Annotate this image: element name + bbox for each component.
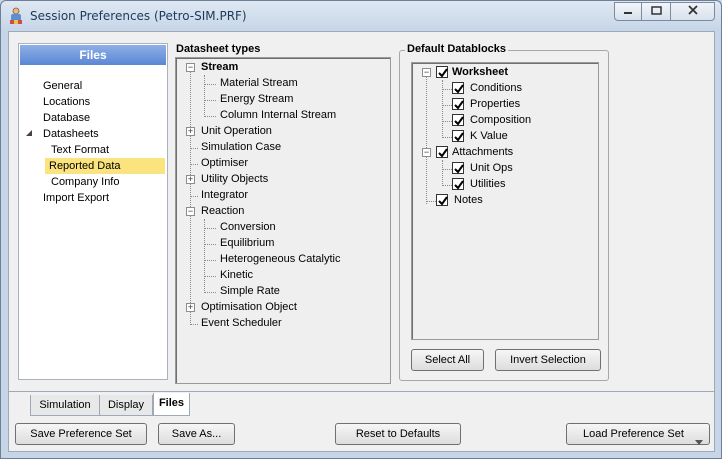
tree-item-simple-rate[interactable]: Simple Rate bbox=[220, 283, 280, 299]
tab-display[interactable]: Display bbox=[99, 395, 153, 416]
nav-item-company-info[interactable]: Company Info bbox=[47, 174, 123, 190]
maximize-button[interactable] bbox=[641, 2, 671, 21]
invert-selection-button[interactable]: Invert Selection bbox=[495, 349, 601, 371]
tree-item-kinetic[interactable]: Kinetic bbox=[220, 267, 253, 283]
default-datablocks-label: Default Datablocks bbox=[405, 43, 509, 55]
expand-utility-objects-icon[interactable]: + bbox=[186, 175, 195, 184]
tree-item-event-scheduler[interactable]: Event Scheduler bbox=[201, 315, 282, 331]
datablock-composition[interactable]: Composition bbox=[470, 112, 531, 128]
tree-item-energy-stream[interactable]: Energy Stream bbox=[220, 91, 293, 107]
datablock-notes[interactable]: Notes bbox=[454, 192, 483, 208]
tree-item-utility-objects[interactable]: Utility Objects bbox=[201, 171, 268, 187]
notes-checkbox[interactable] bbox=[436, 194, 448, 206]
utilities-checkbox[interactable] bbox=[452, 178, 464, 190]
reset-to-defaults-button[interactable]: Reset to Defaults bbox=[335, 423, 461, 445]
tree-item-integrator[interactable]: Integrator bbox=[201, 187, 248, 203]
load-preference-set-label: Load Preference Set bbox=[583, 428, 684, 440]
dialog-client: Files General Locations Database Datashe… bbox=[8, 31, 715, 452]
window-title: Session Preferences (Petro-SIM.PRF) bbox=[30, 9, 247, 23]
nav-header: Files bbox=[20, 45, 166, 65]
load-preference-set-button[interactable]: Load Preference Set bbox=[566, 423, 710, 445]
tree-item-simulation-case[interactable]: Simulation Case bbox=[201, 139, 281, 155]
collapse-worksheet-icon[interactable]: − bbox=[422, 68, 431, 77]
datablock-conditions[interactable]: Conditions bbox=[470, 80, 522, 96]
tree-item-optimiser[interactable]: Optimiser bbox=[201, 155, 248, 171]
tab-files[interactable]: Files bbox=[153, 393, 190, 416]
worksheet-checkbox[interactable] bbox=[436, 66, 448, 78]
tree-item-conversion[interactable]: Conversion bbox=[220, 219, 276, 235]
minimize-button[interactable] bbox=[614, 2, 642, 21]
datablock-worksheet[interactable]: Worksheet bbox=[452, 64, 508, 80]
datasheet-types-tree[interactable]: − Stream Material Stream Energy Stream C… bbox=[175, 57, 391, 384]
conditions-checkbox[interactable] bbox=[452, 82, 464, 94]
datablock-k-value[interactable]: K Value bbox=[470, 128, 508, 144]
files-nav-list: Files General Locations Database Datashe… bbox=[18, 43, 168, 380]
collapse-stream-icon[interactable]: − bbox=[186, 63, 195, 72]
datablock-utilities[interactable]: Utilities bbox=[470, 176, 505, 192]
save-as-button[interactable]: Save As... bbox=[158, 423, 235, 445]
collapse-reaction-icon[interactable]: − bbox=[186, 207, 195, 216]
nav-item-import-export[interactable]: Import Export bbox=[39, 190, 113, 206]
dropdown-arrow-icon bbox=[695, 432, 703, 452]
tree-item-heterogeneous-catalytic[interactable]: Heterogeneous Catalytic bbox=[220, 251, 340, 267]
close-button[interactable] bbox=[670, 2, 715, 21]
datablock-attachments[interactable]: Attachments bbox=[452, 144, 513, 160]
tree-item-material-stream[interactable]: Material Stream bbox=[220, 75, 298, 91]
app-icon bbox=[8, 7, 24, 25]
datablock-unit-ops[interactable]: Unit Ops bbox=[470, 160, 513, 176]
tab-simulation[interactable]: Simulation bbox=[30, 395, 100, 416]
nav-item-reported-data[interactable]: Reported Data bbox=[45, 158, 165, 174]
caption-buttons bbox=[614, 2, 715, 22]
expand-unit-operation-icon[interactable]: + bbox=[186, 127, 195, 136]
nav-item-locations[interactable]: Locations bbox=[39, 94, 94, 110]
expand-optimisation-object-icon[interactable]: + bbox=[186, 303, 195, 312]
datablock-properties[interactable]: Properties bbox=[470, 96, 520, 112]
save-preference-set-button[interactable]: Save Preference Set bbox=[15, 423, 147, 445]
datasheet-types-label: Datasheet types bbox=[176, 43, 261, 55]
tree-item-unit-operation[interactable]: Unit Operation bbox=[201, 123, 272, 139]
tree-item-equilibrium[interactable]: Equilibrium bbox=[220, 235, 274, 251]
maximize-icon bbox=[650, 5, 662, 18]
tree-item-reaction[interactable]: Reaction bbox=[201, 203, 244, 219]
collapse-attachments-icon[interactable]: − bbox=[422, 148, 431, 157]
session-preferences-window: Session Preferences (Petro-SIM.PRF) File… bbox=[0, 0, 722, 459]
title-bar[interactable]: Session Preferences (Petro-SIM.PRF) bbox=[1, 1, 721, 31]
minimize-icon bbox=[623, 6, 633, 18]
composition-checkbox[interactable] bbox=[452, 114, 464, 126]
nav-item-general[interactable]: General bbox=[39, 78, 86, 94]
k-value-checkbox[interactable] bbox=[452, 130, 464, 142]
close-icon bbox=[687, 5, 698, 18]
expand-triangle-icon[interactable] bbox=[25, 128, 33, 140]
tree-item-column-internal-stream[interactable]: Column Internal Stream bbox=[220, 107, 336, 123]
nav-item-datasheets[interactable]: Datasheets bbox=[39, 126, 103, 142]
default-datablocks-tree[interactable]: − Worksheet Conditions Properties Compos… bbox=[411, 62, 599, 340]
unit-ops-checkbox[interactable] bbox=[452, 162, 464, 174]
attachments-checkbox[interactable] bbox=[436, 146, 448, 158]
nav-item-text-format[interactable]: Text Format bbox=[47, 142, 113, 158]
properties-checkbox[interactable] bbox=[452, 98, 464, 110]
nav-item-database[interactable]: Database bbox=[39, 110, 94, 126]
tree-item-optimisation-object[interactable]: Optimisation Object bbox=[201, 299, 297, 315]
tree-item-stream[interactable]: Stream bbox=[201, 59, 238, 75]
select-all-button[interactable]: Select All bbox=[411, 349, 484, 371]
